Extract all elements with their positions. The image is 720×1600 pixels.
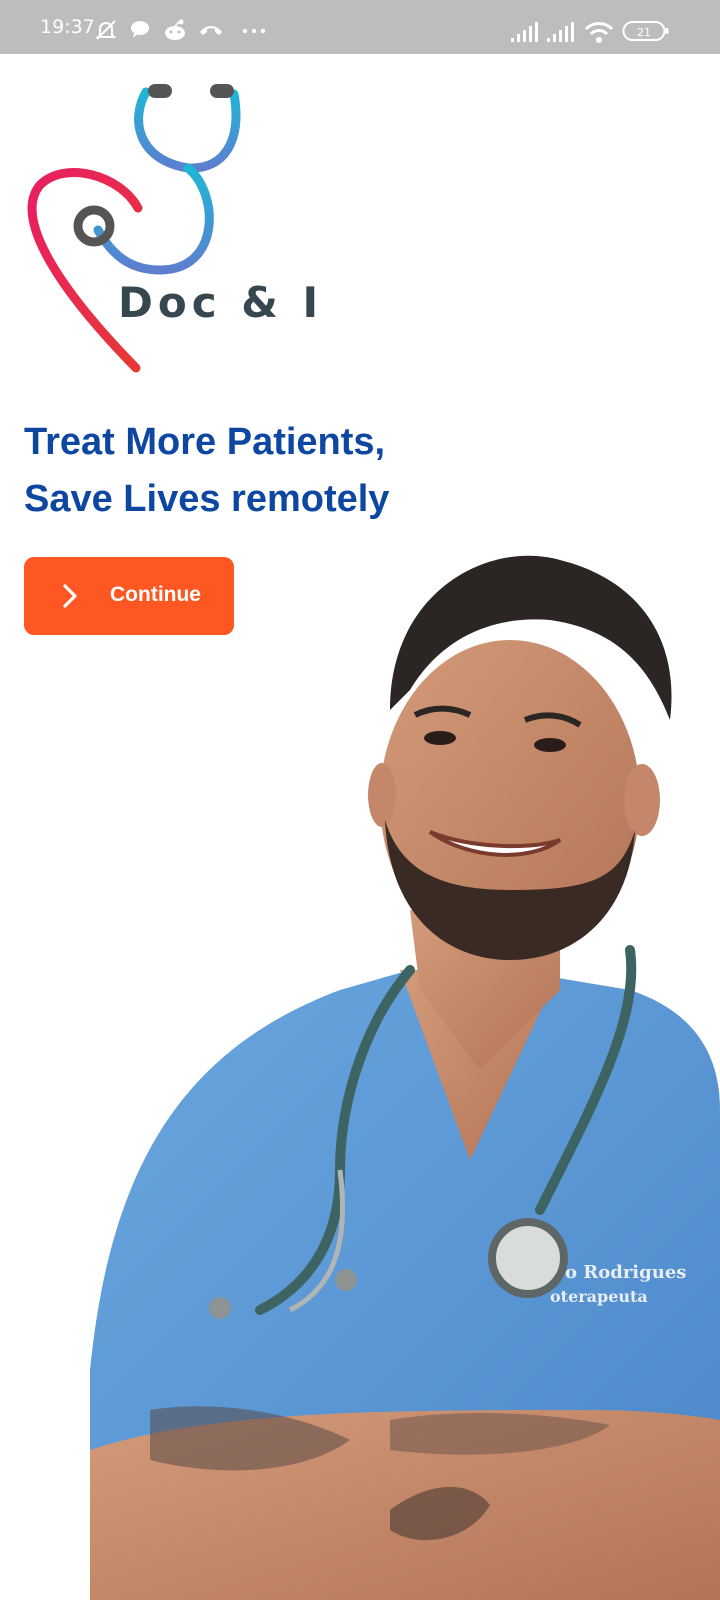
scrub-name-line-2: oterapeuta [550, 1287, 648, 1306]
signal-icon [511, 22, 538, 42]
signal-icon-2 [547, 22, 574, 42]
more-dots-icon [242, 28, 266, 34]
headline: Treat More Patients, Save Lives remotely [24, 414, 484, 528]
headline-line-1: Treat More Patients, [24, 421, 386, 463]
battery-level: 21 [637, 26, 651, 39]
chat-bubble-icon [131, 21, 149, 38]
missed-call-icon [200, 26, 222, 35]
logo-text: Doc & I [118, 278, 324, 327]
doctor-photo: o Rodrigues oterapeuta [90, 555, 720, 1600]
stethoscope-heart-icon [27, 84, 241, 373]
wifi-icon [584, 22, 614, 43]
battery-icon: 21 [622, 21, 669, 41]
bell-off-icon [95, 20, 117, 40]
status-time: 19:37 [40, 16, 95, 38]
headline-line-2: Save Lives remotely [24, 478, 390, 520]
app-logo: Doc & I [20, 80, 340, 380]
status-bar: 19:37 21 [0, 0, 720, 54]
chevron-right-icon [63, 584, 77, 608]
scrub-name-line-1: o Rodrigues [565, 1262, 686, 1283]
reddit-icon [165, 19, 185, 40]
